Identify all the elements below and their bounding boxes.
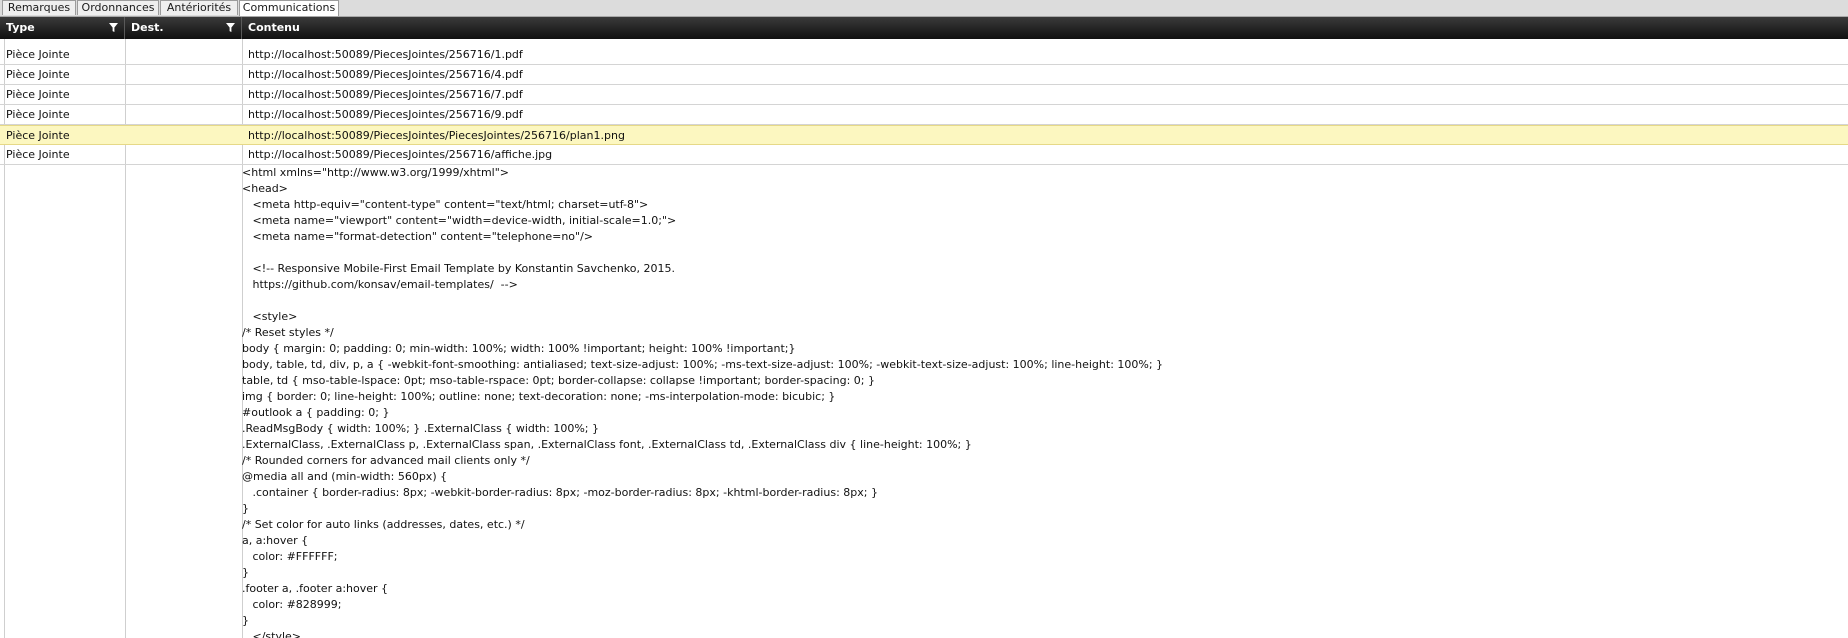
cell-type: Pièce Jointe xyxy=(6,148,70,161)
content-line: #outlook a { padding: 0; } xyxy=(242,406,390,419)
communications-panel: Remarques Ordonnances Antériorités Commu… xyxy=(0,0,1848,638)
content-line: } xyxy=(242,614,249,627)
cell-dest xyxy=(125,105,242,124)
cell-content: http://localhost:50089/PiecesJointes/256… xyxy=(248,88,523,101)
content-line: .footer a, .footer a:hover { xyxy=(242,582,389,595)
column-header-contenu[interactable]: Contenu xyxy=(242,17,1848,39)
cell-dest xyxy=(125,145,242,164)
table-row-selected[interactable]: Pièce Jointe http://localhost:50089/Piec… xyxy=(0,125,1848,145)
table-row[interactable]: Pièce Jointe http://localhost:50089/Piec… xyxy=(0,145,1848,165)
content-line: <!-- Responsive Mobile-First Email Templ… xyxy=(242,262,675,275)
table-row[interactable]: Pièce Jointe http://localhost:50089/Piec… xyxy=(0,85,1848,105)
content-line: <head> xyxy=(242,182,288,195)
content-line: <style> xyxy=(242,310,298,323)
column-header-dest[interactable]: Dest. xyxy=(125,17,242,39)
content-line: https://github.com/konsav/email-template… xyxy=(242,278,518,291)
grid-body[interactable]: Pièce Jointe http://localhost:50089/Piec… xyxy=(0,39,1848,638)
content-line: } xyxy=(242,566,249,579)
cell-dest xyxy=(125,65,242,84)
table-row[interactable]: Pièce Jointe http://localhost:50089/Piec… xyxy=(0,45,1848,65)
cell-dest xyxy=(125,85,242,104)
content-line: <meta name="format-detection" content="t… xyxy=(242,230,594,243)
column-header-type[interactable]: Type xyxy=(0,17,125,39)
content-line: color: #828999; xyxy=(242,598,342,611)
tab-remarques[interactable]: Remarques xyxy=(2,0,76,15)
table-row[interactable]: Pièce Jointe http://localhost:50089/Piec… xyxy=(0,65,1848,85)
filter-icon[interactable] xyxy=(109,23,118,32)
content-line: </style> xyxy=(242,630,302,638)
content-line: } xyxy=(242,502,249,515)
grid-header: Type Dest. Contenu xyxy=(0,17,1848,39)
content-line: color: #FFFFFF; xyxy=(242,550,338,563)
cell-type: Pièce Jointe xyxy=(6,68,70,81)
content-line: /* Set color for auto links (addresses, … xyxy=(242,518,525,531)
filter-icon[interactable] xyxy=(226,23,235,32)
content-line: .container { border-radius: 8px; -webkit… xyxy=(242,486,878,499)
content-line: a, a:hover { xyxy=(242,534,309,547)
content-line: .ReadMsgBody { width: 100%; } .ExternalC… xyxy=(242,422,600,435)
content-line: @media all and (min-width: 560px) { xyxy=(242,470,448,483)
tab-strip: Remarques Ordonnances Antériorités Commu… xyxy=(0,0,1848,17)
cell-content: http://localhost:50089/PiecesJointes/256… xyxy=(248,148,553,161)
content-line xyxy=(242,293,1842,309)
content-line: body { margin: 0; padding: 0; min-width:… xyxy=(242,342,796,355)
content-line xyxy=(242,245,1842,261)
html-content-cell[interactable]: <html xmlns="http://www.w3.org/1999/xhtm… xyxy=(242,165,1842,638)
cell-dest xyxy=(125,126,242,145)
content-line: /* Reset styles */ xyxy=(242,326,334,339)
cell-dest xyxy=(125,45,242,64)
cell-content: http://localhost:50089/PiecesJointes/256… xyxy=(248,48,523,61)
column-header-type-label: Type xyxy=(6,21,35,34)
column-header-contenu-label: Contenu xyxy=(248,21,300,34)
content-line: body, table, td, div, p, a { -webkit-fon… xyxy=(242,358,1164,371)
cell-content: http://localhost:50089/PiecesJointes/Pie… xyxy=(248,129,625,142)
content-line: table, td { mso-table-lspace: 0pt; mso-t… xyxy=(242,374,875,387)
content-line: .ExternalClass, .ExternalClass p, .Exter… xyxy=(242,438,972,451)
column-header-dest-label: Dest. xyxy=(131,21,164,34)
content-line: <meta name="viewport" content="width=dev… xyxy=(242,214,677,227)
content-line: <meta http-equiv="content-type" content=… xyxy=(242,198,649,211)
cell-type: Pièce Jointe xyxy=(6,129,70,142)
tab-ordonnances[interactable]: Ordonnances xyxy=(77,0,159,15)
cell-type: Pièce Jointe xyxy=(6,88,70,101)
cell-content: http://localhost:50089/PiecesJointes/256… xyxy=(248,68,523,81)
content-line: img { border: 0; line-height: 100%; outl… xyxy=(242,390,836,403)
cell-type: Pièce Jointe xyxy=(6,48,70,61)
content-line: /* Rounded corners for advanced mail cli… xyxy=(242,454,530,467)
tab-anteriorites[interactable]: Antériorités xyxy=(160,0,238,15)
tab-communications[interactable]: Communications xyxy=(239,0,339,16)
table-row[interactable]: Pièce Jointe http://localhost:50089/Piec… xyxy=(0,105,1848,125)
content-line: <html xmlns="http://www.w3.org/1999/xhtm… xyxy=(242,166,509,179)
cell-type: Pièce Jointe xyxy=(6,108,70,121)
cell-content: http://localhost:50089/PiecesJointes/256… xyxy=(248,108,523,121)
